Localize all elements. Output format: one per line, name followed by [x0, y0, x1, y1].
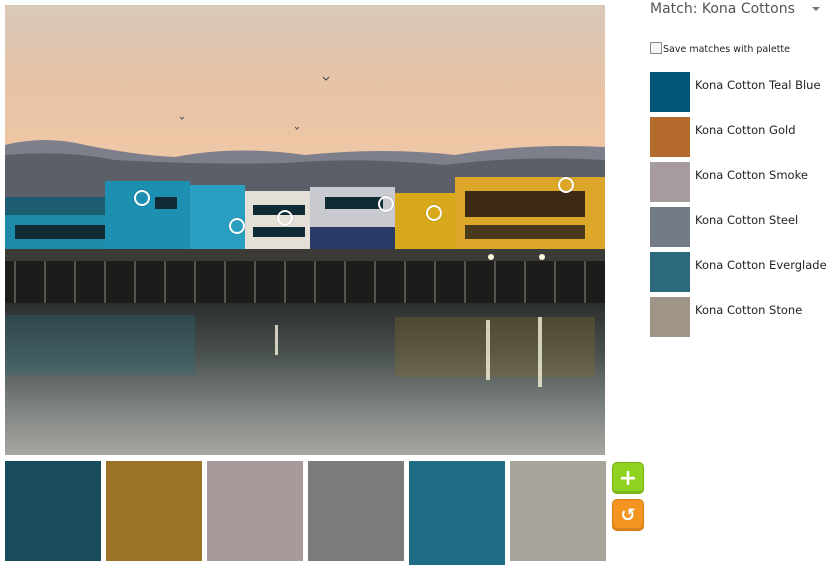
match-swatch	[650, 72, 690, 112]
save-matches-checkbox[interactable]	[650, 42, 662, 54]
match-swatch	[650, 207, 690, 247]
color-picker-handle[interactable]	[378, 196, 394, 212]
match-swatch	[650, 297, 690, 337]
palette-swatch[interactable]	[308, 461, 404, 561]
match-item[interactable]: Kona Cotton Teal Blue	[650, 72, 821, 112]
color-picker-handle[interactable]	[229, 218, 245, 234]
photo-canvas[interactable]	[5, 5, 605, 455]
match-label: Kona Cotton Everglade	[695, 258, 827, 272]
save-matches-row: Save matches with palette	[650, 42, 790, 55]
save-matches-label: Save matches with palette	[663, 44, 791, 55]
reset-button[interactable]: ↺	[612, 499, 644, 531]
match-item[interactable]: Kona Cotton Smoke	[650, 162, 820, 202]
match-item[interactable]: Kona Cotton Everglade	[650, 252, 827, 292]
match-label: Kona Cotton Smoke	[695, 168, 808, 182]
match-dropdown-label: Match: Kona Cottons	[650, 1, 795, 17]
color-picker-handle[interactable]	[558, 177, 574, 193]
plus-icon: +	[618, 465, 638, 491]
match-item[interactable]: Kona Cotton Stone	[650, 297, 820, 337]
match-label: Kona Cotton Teal Blue	[695, 78, 821, 92]
match-item[interactable]: Kona Cotton Steel	[650, 207, 820, 247]
match-label: Kona Cotton Steel	[695, 213, 799, 227]
palette-swatch[interactable]	[510, 461, 606, 561]
palette-swatch[interactable]	[5, 461, 101, 561]
match-swatch	[650, 252, 690, 292]
color-picker-handle[interactable]	[277, 210, 293, 226]
palette-swatch[interactable]	[207, 461, 303, 561]
palette-swatch[interactable]	[409, 461, 505, 565]
match-swatch	[650, 117, 690, 157]
wharf-photo	[5, 5, 605, 455]
color-picker-handle[interactable]	[426, 205, 442, 221]
caret-down-icon	[812, 7, 820, 11]
match-dropdown[interactable]: Match: Kona Cottons	[650, 1, 820, 23]
match-item[interactable]: Kona Cotton Gold	[650, 117, 820, 157]
match-label: Kona Cotton Gold	[695, 123, 796, 137]
match-swatch	[650, 162, 690, 202]
undo-icon: ↺	[620, 504, 636, 526]
color-picker-handle[interactable]	[134, 190, 150, 206]
palette-swatch[interactable]	[106, 461, 202, 561]
match-label: Kona Cotton Stone	[695, 303, 803, 317]
add-color-button[interactable]: +	[612, 462, 644, 494]
